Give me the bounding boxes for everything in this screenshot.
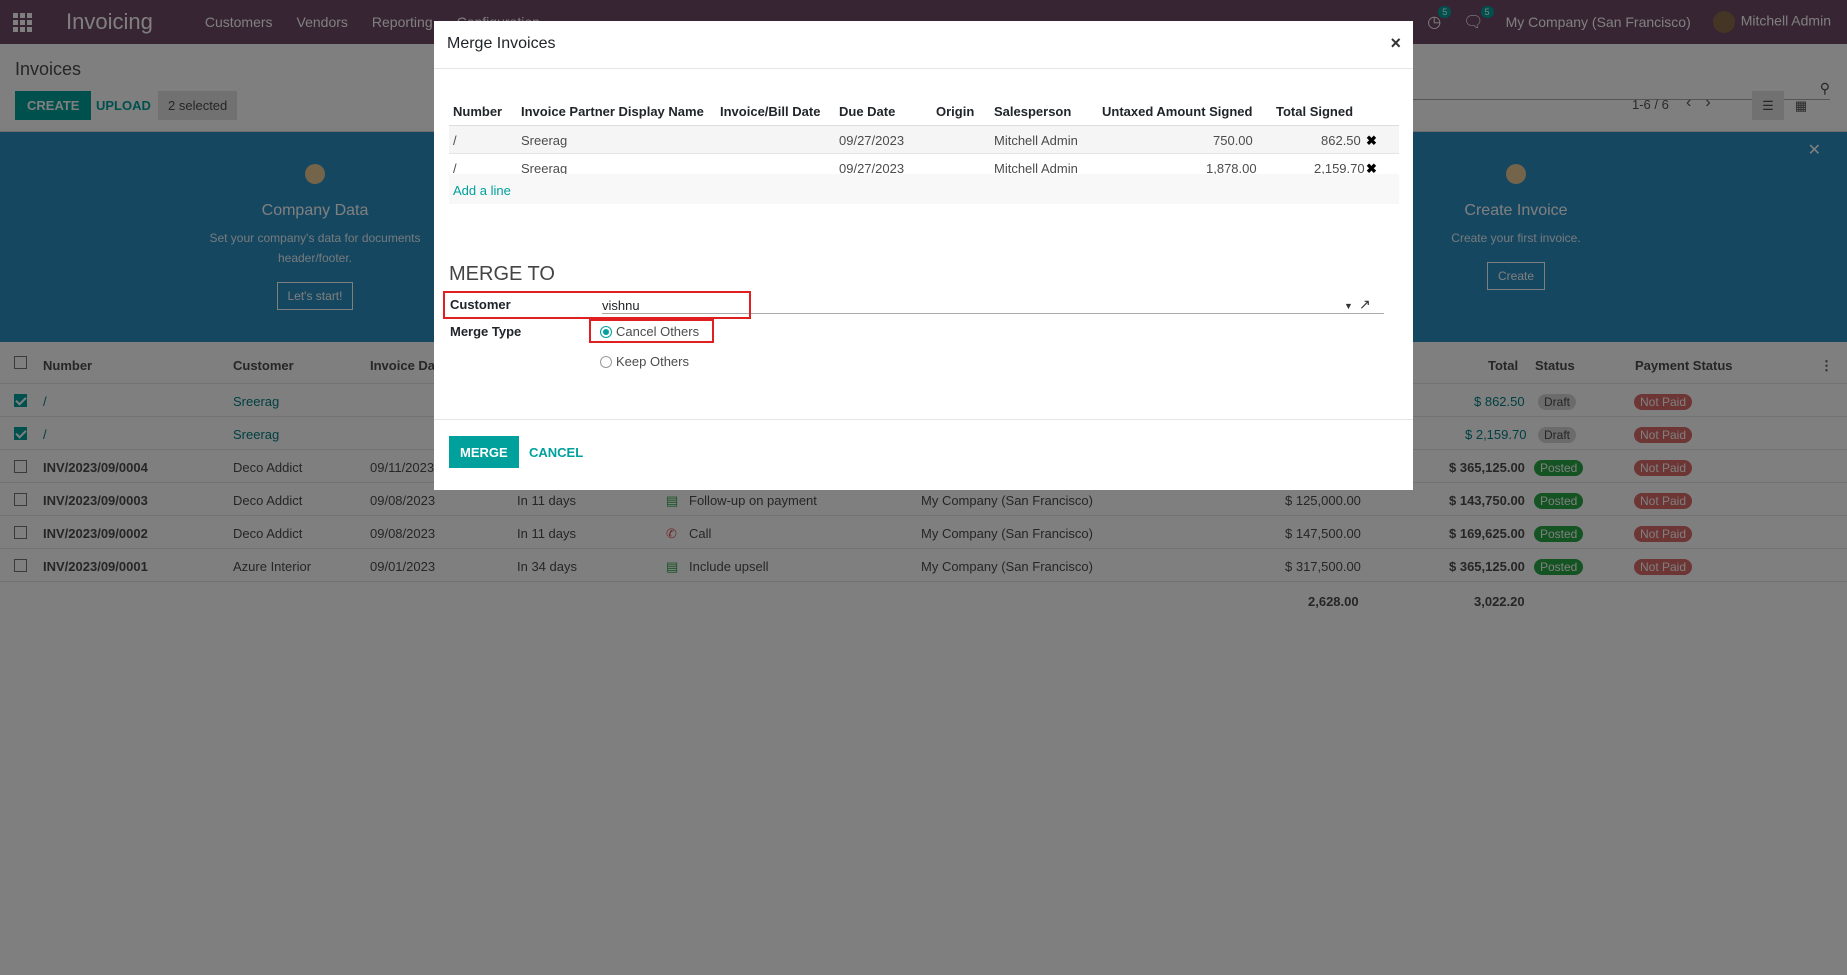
- col-due-date[interactable]: Due Date: [839, 104, 895, 119]
- cell-untaxed: 750.00: [1213, 133, 1253, 148]
- external-link-icon[interactable]: ↗: [1359, 296, 1371, 313]
- radio-keep-others[interactable]: Keep Others: [600, 354, 689, 369]
- cell-due-date: 09/27/2023: [839, 133, 905, 148]
- col-untaxed[interactable]: Untaxed Amount Signed: [1102, 104, 1252, 119]
- modal-footer: MERGE CANCEL: [434, 419, 1413, 490]
- add-line-row: [449, 174, 1399, 204]
- cell-salesperson: Mitchell Admin: [994, 133, 1078, 148]
- table-row[interactable]: / Sreerag 09/27/2023 Mitchell Admin 750.…: [449, 126, 1399, 154]
- cancel-button[interactable]: CANCEL: [529, 436, 583, 468]
- radio-unchecked-icon[interactable]: [600, 356, 612, 368]
- col-salesperson[interactable]: Salesperson: [994, 104, 1071, 119]
- highlight-merge-type: [589, 319, 714, 343]
- add-line-link[interactable]: Add a line: [453, 183, 511, 198]
- col-origin[interactable]: Origin: [936, 104, 974, 119]
- radio-label: Keep Others: [616, 354, 689, 369]
- merge-button[interactable]: MERGE: [449, 436, 519, 468]
- merge-to-heading: MERGE TO: [449, 263, 555, 285]
- close-icon[interactable]: ×: [1390, 33, 1401, 54]
- table-header: Number Invoice Partner Display Name Invo…: [449, 96, 1399, 126]
- modal-title: Merge Invoices: [447, 35, 556, 52]
- delete-line-icon[interactable]: ✖: [1366, 133, 1377, 149]
- col-partner[interactable]: Invoice Partner Display Name: [521, 104, 704, 119]
- col-total[interactable]: Total Signed: [1276, 104, 1353, 119]
- cell-partner: Sreerag: [521, 133, 568, 148]
- cell-total: 862.50: [1321, 133, 1361, 148]
- col-number[interactable]: Number: [453, 104, 502, 119]
- modal-header: Merge Invoices ×: [434, 21, 1413, 69]
- col-invoice-date[interactable]: Invoice/Bill Date: [720, 104, 820, 119]
- cell-number: /: [453, 133, 457, 148]
- merge-invoices-dialog: Merge Invoices × Number Invoice Partner …: [434, 21, 1413, 490]
- invoice-lines-table: Number Invoice Partner Display Name Invo…: [449, 96, 1399, 182]
- merge-type-label: Merge Type: [450, 324, 522, 339]
- chevron-down-icon[interactable]: ▼: [1344, 301, 1353, 311]
- highlight-customer: [443, 291, 751, 319]
